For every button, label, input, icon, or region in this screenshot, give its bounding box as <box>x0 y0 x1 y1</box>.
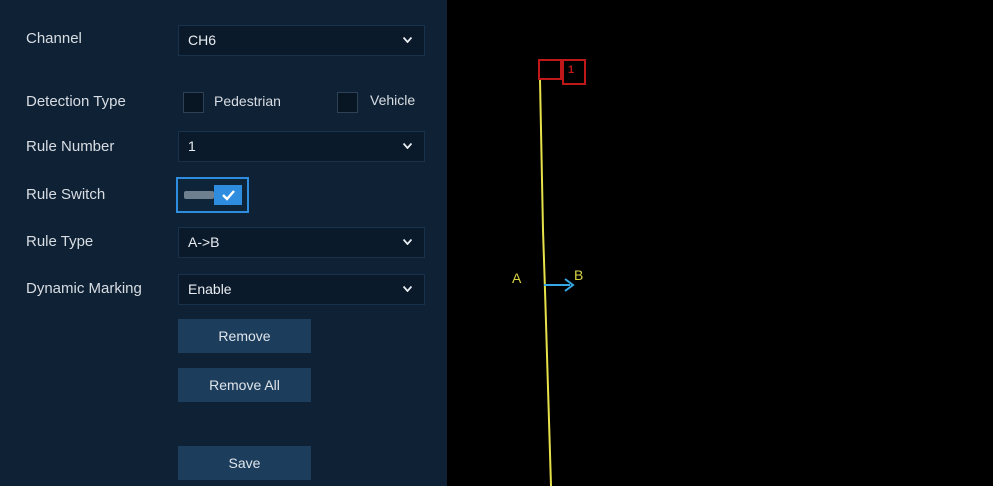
chevron-down-icon <box>403 239 412 245</box>
vehicle-label: Vehicle <box>370 92 416 108</box>
pedestrian-checkbox[interactable] <box>183 92 204 113</box>
rule-type-value: A->B <box>188 234 220 250</box>
detection-line[interactable] <box>539 79 552 486</box>
rule-type-label: Rule Type <box>26 233 94 250</box>
detection-type-label: Detection Type <box>26 93 126 110</box>
channel-label: Channel <box>26 30 82 47</box>
rule-marker-box <box>538 59 562 80</box>
settings-panel: Channel CH6 Detection Type Pedestrian Ve… <box>0 0 447 486</box>
dynamic-marking-select[interactable]: Enable <box>178 274 425 305</box>
rule-number-select[interactable]: 1 <box>178 131 425 162</box>
rule-line-overlay <box>538 59 586 486</box>
chevron-down-icon <box>403 286 412 292</box>
rule-switch-label: Rule Switch <box>26 186 106 203</box>
channel-select[interactable]: CH6 <box>178 25 425 56</box>
point-a-label: A <box>512 270 522 286</box>
point-b-label: B <box>574 267 584 283</box>
video-preview-canvas[interactable]: 1 A B <box>447 0 993 486</box>
chevron-down-icon <box>403 37 412 43</box>
rule-type-select[interactable]: A->B <box>178 227 425 258</box>
chevron-down-icon <box>403 143 412 149</box>
rule-number-value: 1 <box>188 138 196 154</box>
checkmark-icon <box>222 190 235 201</box>
pedestrian-label: Pedestrian <box>214 93 281 109</box>
dynamic-marking-value: Enable <box>188 281 232 297</box>
dynamic-marking-label: Dynamic Marking <box>26 280 142 297</box>
save-button[interactable]: Save <box>178 446 311 480</box>
vehicle-checkbox[interactable] <box>337 92 358 113</box>
rule-switch-toggle[interactable] <box>176 177 249 213</box>
remove-all-button[interactable]: Remove All <box>178 368 311 402</box>
rule-number-label: Rule Number <box>26 138 115 155</box>
remove-button[interactable]: Remove <box>178 319 311 353</box>
toggle-track <box>184 191 214 199</box>
channel-value: CH6 <box>188 32 217 48</box>
rule-index-label: 1 <box>568 64 575 76</box>
toggle-knob <box>214 185 242 205</box>
